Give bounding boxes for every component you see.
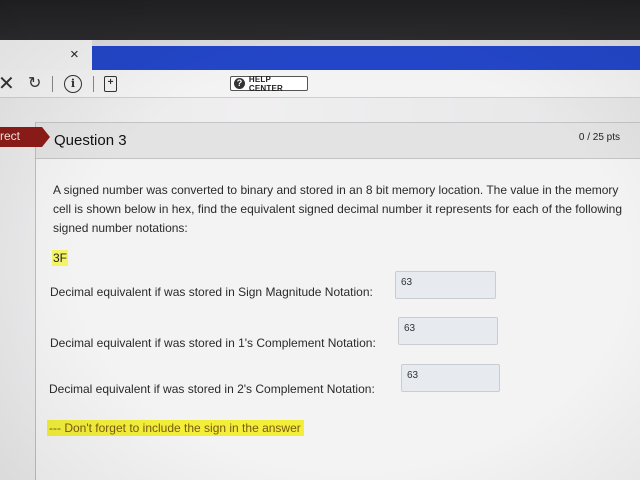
answer-input-sign-magnitude[interactable]: 63 bbox=[395, 271, 496, 299]
question-points: 0 / 25 pts bbox=[578, 132, 620, 143]
monitor-bezel bbox=[0, 0, 640, 40]
hex-value: 3F bbox=[52, 250, 69, 266]
answer-label-sign-magnitude: Decimal equivalent if was stored in Sign… bbox=[50, 285, 373, 299]
tab-strip bbox=[92, 46, 640, 70]
answer-input-twos-complement[interactable]: 63 bbox=[401, 364, 500, 392]
toolbar: ✕ ↻ i + bbox=[0, 70, 640, 98]
toolbar-divider bbox=[52, 76, 53, 92]
status-label: rect bbox=[0, 129, 21, 143]
screen: × ✕ ↻ i + ? HELP CENTER Question 3 0 / 2… bbox=[0, 0, 640, 480]
close-icon[interactable]: ✕ bbox=[0, 73, 15, 95]
refresh-icon[interactable]: ↻ bbox=[28, 73, 41, 95]
help-icon: ? bbox=[234, 78, 245, 89]
tab-bar: × bbox=[0, 40, 640, 70]
tab-close-icon[interactable]: × bbox=[70, 47, 79, 63]
document-icon[interactable]: + bbox=[104, 76, 117, 92]
answer-input-ones-complement[interactable]: 63 bbox=[398, 317, 498, 345]
help-center-button[interactable]: ? HELP CENTER bbox=[230, 74, 308, 93]
question-header: Question 3 0 / 25 pts bbox=[36, 123, 640, 159]
info-icon[interactable]: i bbox=[64, 75, 82, 93]
browser-tab[interactable]: × bbox=[0, 40, 92, 70]
question-title: Question 3 bbox=[54, 132, 127, 149]
question-prompt: A signed number was converted to binary … bbox=[53, 183, 622, 235]
sign-reminder-note: --- Don't forget to include the sign in … bbox=[47, 420, 304, 436]
toolbar-divider bbox=[93, 76, 94, 92]
answer-label-ones-complement: Decimal equivalent if was stored in 1's … bbox=[50, 336, 376, 350]
answer-label-twos-complement: Decimal equivalent if was stored in 2's … bbox=[49, 382, 375, 396]
help-center-label: HELP CENTER bbox=[248, 74, 284, 93]
